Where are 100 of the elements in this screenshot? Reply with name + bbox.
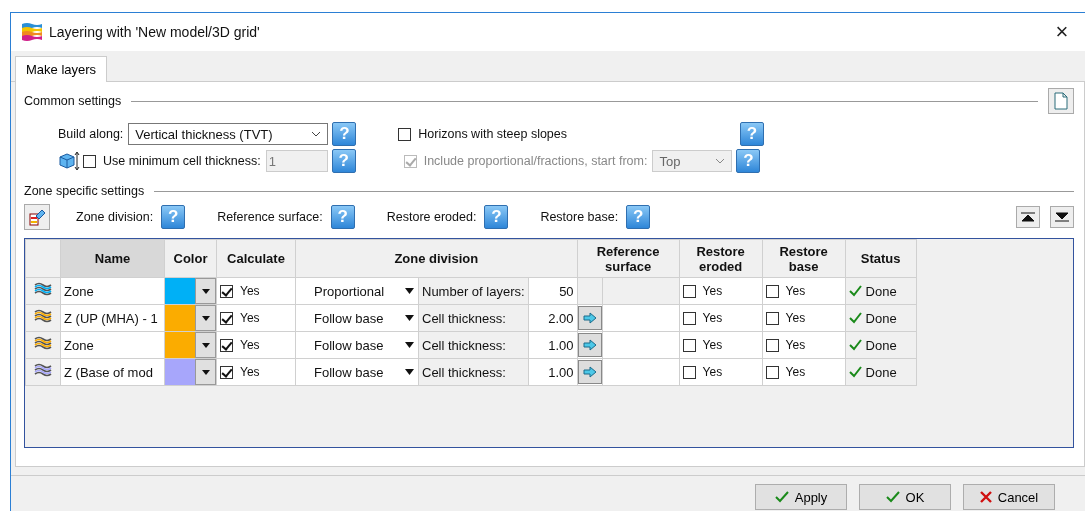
color-swatch[interactable]	[165, 305, 195, 331]
field-label: Restore base:	[540, 210, 619, 224]
arrow-icon	[582, 312, 597, 324]
status-text: Done	[865, 310, 897, 326]
caret-icon	[201, 288, 210, 294]
arrow-button[interactable]	[577, 360, 602, 384]
cube-icon	[58, 151, 80, 171]
arrow-button[interactable]	[577, 333, 602, 357]
color-swatch[interactable]	[165, 332, 195, 358]
build-along-dropdown[interactable]: Vertical thickness (TVT)	[128, 123, 329, 145]
column-header[interactable]: Color	[164, 239, 217, 278]
dropdown-button[interactable]	[195, 359, 216, 385]
close-button[interactable]: ×	[1039, 14, 1085, 50]
checkbox-label: Yes	[240, 338, 260, 352]
column-header[interactable]: Reference surface	[577, 239, 680, 278]
table-cell: Number of layers:	[418, 277, 529, 305]
layer-icon	[34, 362, 52, 379]
chevron-icon	[715, 158, 726, 164]
column-header[interactable]: Calculate	[216, 239, 296, 278]
checkbox[interactable]	[220, 365, 233, 379]
chevron-icon	[311, 131, 322, 137]
check-icon	[774, 491, 789, 503]
checkbox-label: Use minimum cell thickness:	[103, 154, 261, 168]
caret-icon	[201, 342, 210, 348]
cancel-button[interactable]: Cancel	[963, 484, 1055, 510]
caret-icon	[405, 342, 414, 348]
column-header[interactable]: Name	[60, 239, 165, 278]
check-icon	[848, 366, 862, 378]
table-cell: Cell thickness:	[418, 304, 529, 332]
section-title: Zone specific settings	[24, 184, 145, 198]
status-text: Done	[865, 364, 897, 380]
window-title: Layering with 'New model/3D grid'	[49, 24, 261, 40]
move-bottom-button[interactable]	[1050, 206, 1074, 228]
check-icon	[848, 339, 862, 351]
column-header[interactable]: Status	[845, 239, 917, 278]
checkbox[interactable]	[682, 365, 696, 379]
table-cell: Z (UP (MHA) - 1	[60, 304, 165, 332]
layer-icon	[34, 281, 52, 298]
table-cell: Cell thickness:	[418, 331, 529, 359]
section-title: Common settings	[24, 94, 122, 108]
color-swatch[interactable]	[165, 359, 195, 385]
edit-icon	[28, 208, 46, 226]
checkbox-label: Yes	[785, 365, 806, 379]
table-cell: Cell thickness:	[418, 358, 529, 386]
checkbox-label: Include proportional/fractions, start from:	[423, 154, 648, 168]
document-icon	[1054, 92, 1068, 110]
caret-icon	[201, 369, 210, 375]
checkbox[interactable]	[398, 127, 412, 141]
checkbox[interactable]	[765, 338, 779, 352]
status-text: Done	[865, 283, 897, 299]
checkbox-label: Horizons with steep slopes	[418, 127, 567, 141]
checkbox-label: Yes	[702, 365, 723, 379]
checkbox-label: Yes	[240, 365, 260, 379]
field-label: Reference surface:	[217, 210, 323, 224]
dropdown-button[interactable]	[195, 305, 216, 331]
color-swatch[interactable]	[165, 278, 195, 304]
table-cell: Z (Base of mod	[60, 358, 165, 386]
checkbox[interactable]	[765, 284, 779, 298]
move-top-icon	[1021, 212, 1035, 222]
checkbox-label: Yes	[702, 338, 723, 352]
layer-icon	[34, 335, 52, 352]
checkbox[interactable]	[220, 311, 233, 325]
checkbox[interactable]	[682, 338, 696, 352]
arrow-icon	[582, 366, 597, 378]
ok-button[interactable]: Apply	[755, 484, 847, 510]
cross-icon	[979, 491, 992, 503]
edit-icon-button[interactable]	[24, 204, 50, 230]
column-header[interactable]: Zone division	[295, 239, 578, 278]
checkbox[interactable]	[83, 154, 96, 168]
ok-button[interactable]: OK	[859, 484, 951, 510]
checkbox-label: Yes	[785, 311, 806, 325]
checkbox-label: Yes	[702, 311, 723, 325]
move-bottom-icon	[1055, 212, 1069, 222]
arrow-button[interactable]	[577, 306, 602, 330]
checkbox[interactable]	[765, 311, 779, 325]
checkbox-label: Yes	[785, 284, 806, 298]
move-top-button[interactable]	[1016, 206, 1040, 228]
caret-icon	[201, 315, 210, 321]
check-icon	[848, 312, 862, 324]
column-header[interactable]: Restore base	[762, 239, 846, 278]
checkbox[interactable]	[765, 365, 779, 379]
checkbox[interactable]	[682, 311, 696, 325]
dropdown-button[interactable]	[195, 332, 216, 358]
caret-icon	[405, 369, 414, 375]
check-icon	[885, 491, 900, 503]
caret-icon	[405, 288, 414, 294]
arrow-icon	[582, 339, 597, 351]
checkbox-label: Yes	[702, 284, 723, 298]
field-label: Restore eroded:	[386, 210, 477, 224]
tab[interactable]: Make layers	[15, 56, 108, 82]
checkbox[interactable]	[220, 284, 233, 298]
field-label: Zone division:	[76, 210, 154, 224]
field-label: Build along:	[58, 127, 124, 141]
checkbox[interactable]	[682, 284, 696, 298]
column-header[interactable]: Restore eroded	[679, 239, 763, 278]
checkbox-label: Yes	[240, 311, 260, 325]
checkbox-label: Yes	[785, 338, 806, 352]
checkbox[interactable]	[220, 338, 233, 352]
dropdown-button[interactable]	[195, 278, 216, 304]
app-icon	[21, 22, 43, 42]
